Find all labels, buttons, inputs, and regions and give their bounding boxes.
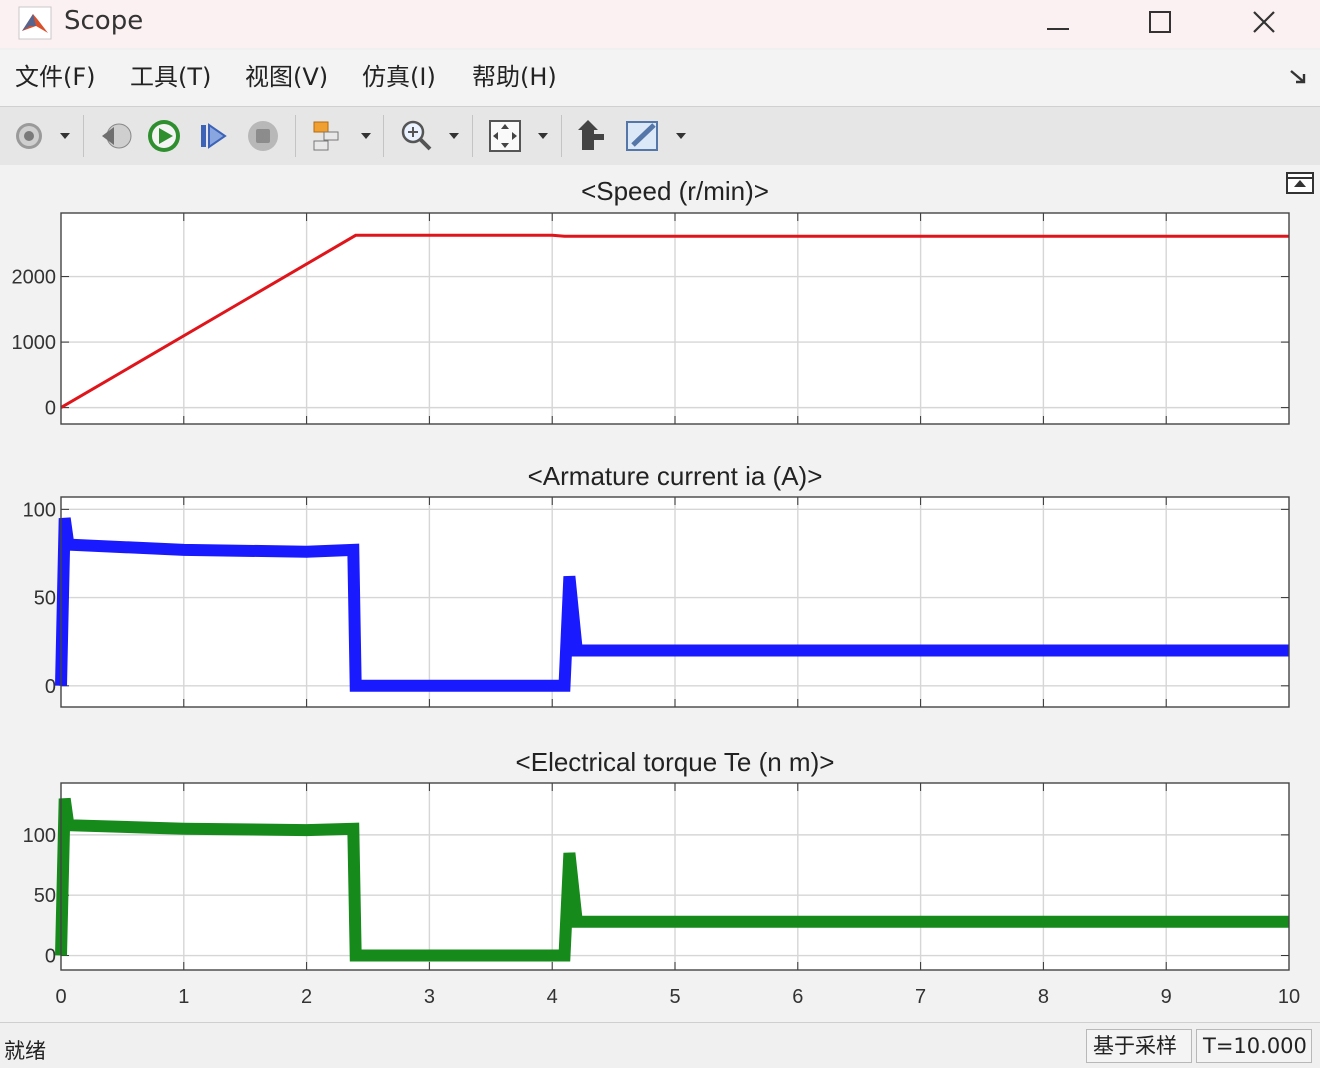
plot-panel-1: 0 1000 2000 <Speed (r/min)> (12, 176, 1290, 425)
configuration-button[interactable] (9, 116, 49, 156)
toolbar-separator (83, 115, 84, 157)
minimize-icon (1047, 28, 1069, 30)
x-tick-label: 2 (301, 986, 312, 1008)
configuration-dropdown[interactable] (58, 126, 72, 146)
autoscale-icon (489, 120, 521, 152)
x-tick-label: 1 (178, 986, 189, 1008)
y-tick-label: 100 (23, 825, 56, 847)
plot-title: <Armature current ia (A)> (528, 461, 823, 491)
menu-file[interactable]: 文件(F) (15, 62, 96, 92)
sample-mode-indicator: 基于采样 (1086, 1029, 1192, 1063)
menu-bar: 文件(F) 工具(T) 视图(V) 仿真(I) 帮助(H) (0, 50, 1320, 106)
toolbar-separator (295, 115, 296, 157)
y-tick-label: 50 (34, 885, 56, 907)
gear-icon (16, 123, 42, 149)
highlight-block-icon (578, 120, 604, 150)
step-forward-button[interactable] (193, 116, 233, 156)
toolbar (0, 106, 1320, 166)
stop-icon (248, 121, 278, 151)
matlab-logo-icon (18, 6, 52, 40)
menu-view[interactable]: 视图(V) (245, 62, 328, 92)
window-title: Scope (64, 6, 144, 36)
toolbar-separator (383, 115, 384, 157)
x-tick-label: 7 (915, 986, 926, 1008)
caret-down-icon (449, 133, 459, 139)
toolbar-separator (561, 115, 562, 157)
step-forward-icon (201, 123, 227, 149)
close-button[interactable] (1234, 0, 1294, 44)
status-text: 就绪 (4, 1039, 46, 1063)
run-icon (148, 120, 180, 152)
autoscale-dropdown[interactable] (536, 126, 550, 146)
x-tick-label: 3 (424, 986, 435, 1008)
y-tick-label: 0 (45, 398, 56, 420)
menu-tools[interactable]: 工具(T) (130, 62, 211, 92)
zoom-dropdown[interactable] (447, 126, 461, 146)
style-icon (626, 121, 658, 151)
x-tick-label: 6 (792, 986, 803, 1008)
x-tick-label: 0 (55, 986, 66, 1008)
plot-title: <Electrical torque Te (n m)> (516, 747, 835, 777)
style-button[interactable] (623, 116, 663, 156)
y-tick-label: 0 (45, 946, 56, 968)
plot-panel-2: 0 50 100 <Armature current ia (A)> (23, 461, 1290, 708)
step-back-button[interactable] (96, 116, 136, 156)
y-tick-label: 0 (45, 676, 56, 698)
caret-down-icon (60, 133, 70, 139)
x-tick-label: 8 (1038, 986, 1049, 1008)
y-tick-label: 2000 (12, 267, 57, 289)
autoscale-button[interactable] (485, 116, 525, 156)
run-button[interactable] (144, 116, 184, 156)
signal-selector-icon (313, 121, 339, 151)
plot-title: <Speed (r/min)> (581, 176, 769, 206)
caret-down-icon (361, 133, 371, 139)
title-bar: Scope (0, 0, 1320, 48)
caret-down-icon (676, 133, 686, 139)
minimize-button[interactable] (1028, 0, 1088, 44)
signal-selector-dropdown[interactable] (359, 126, 373, 146)
x-tick-label: 10 (1278, 986, 1300, 1008)
expand-arrow-icon[interactable] (1286, 64, 1310, 88)
menu-simulation[interactable]: 仿真(I) (362, 62, 436, 92)
x-tick-label: 9 (1161, 986, 1172, 1008)
toolbar-separator (472, 115, 473, 157)
highlight-block-button[interactable] (572, 116, 612, 156)
caret-down-icon (538, 133, 548, 139)
menu-help[interactable]: 帮助(H) (472, 62, 557, 92)
style-dropdown[interactable] (674, 126, 688, 146)
step-back-icon (102, 123, 132, 149)
stop-button[interactable] (243, 116, 283, 156)
close-icon (1253, 11, 1275, 33)
status-bar: 就绪 基于采样 T=10.000 (0, 1022, 1320, 1068)
signal-selector-button[interactable] (308, 116, 348, 156)
x-tick-label: 4 (547, 986, 558, 1008)
zoom-icon (401, 120, 432, 151)
x-tick-label: 5 (669, 986, 680, 1008)
maximize-icon (1149, 11, 1171, 33)
y-tick-label: 100 (23, 499, 56, 521)
zoom-button[interactable] (396, 116, 436, 156)
maximize-button[interactable] (1130, 0, 1190, 44)
simulation-time: T=10.000 (1196, 1029, 1312, 1063)
plot-panel-3: 0 50 100 <Electrical torque Te (n m)> (23, 747, 1290, 971)
scope-plots: 010002000<Speed (r/min)>050100<Armature … (12, 176, 1301, 1008)
y-tick-label: 50 (34, 588, 56, 610)
y-tick-label: 1000 (12, 332, 57, 354)
